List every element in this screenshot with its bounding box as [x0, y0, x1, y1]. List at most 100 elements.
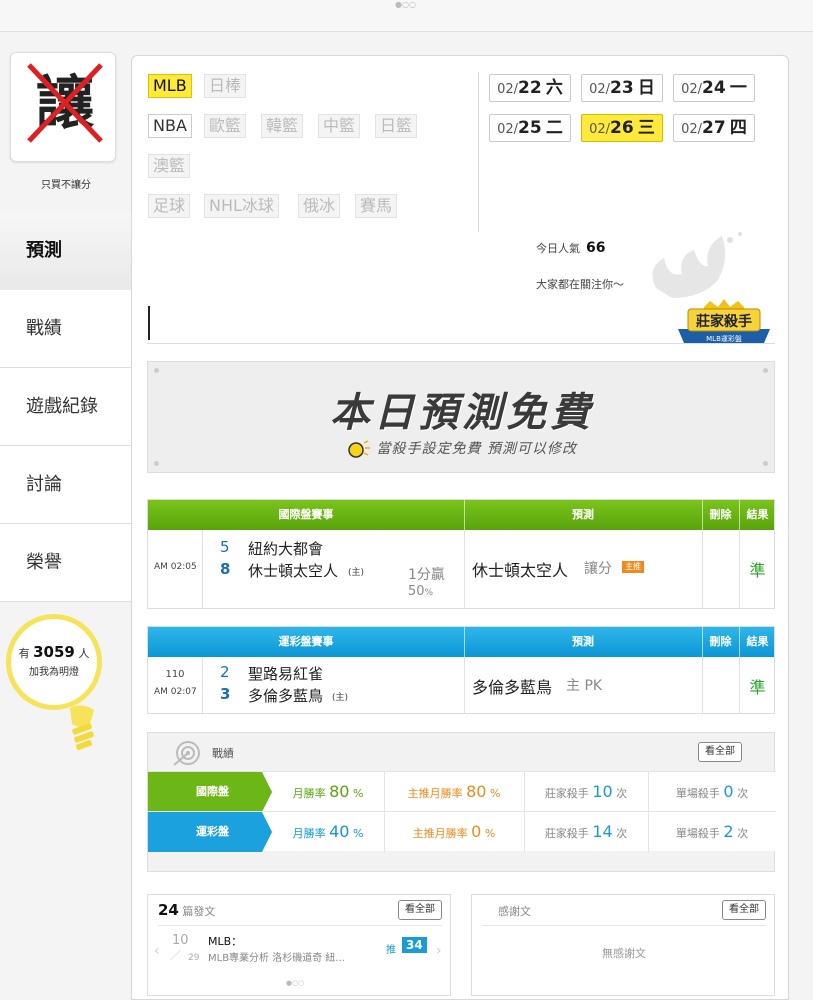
- single-game-killer-count: 單場殺手 2 次: [648, 812, 776, 854]
- date-0225[interactable]: 02/25 二: [489, 114, 571, 142]
- popularity-value: 66: [586, 240, 606, 256]
- bookmaker-killer-count: 莊家殺手 10 次: [524, 772, 648, 814]
- fans-caption: 加我為明燈: [29, 667, 79, 678]
- pager-dots: ●○○: [395, 0, 416, 9]
- league-horse-racing[interactable]: 賽馬: [355, 194, 398, 218]
- sidebar-item-discussion[interactable]: 討論: [0, 446, 132, 524]
- intl-game-row: AM 02:05 5 紐約大都會 8 休士頓太空人 (主) 1分贏 50% 休士…: [148, 530, 774, 608]
- pick-type: 讓分: [584, 561, 612, 577]
- league-aus-basketball[interactable]: 澳籃: [148, 154, 191, 178]
- lottery-game-row: 110 AM 02:07 2 聖路易紅雀 3 多倫多藍鳥 (主) 多倫多藍鳥 主…: [148, 657, 774, 713]
- push-count: 34: [402, 937, 427, 953]
- league-nhl[interactable]: NHL冰球: [204, 194, 279, 218]
- main-pick-win-rate: 主推月勝率 80 %: [384, 772, 524, 814]
- top-band: ●○○: [0, 0, 813, 32]
- home-mark: (主): [348, 568, 365, 578]
- lightbulb-icon: [70, 705, 94, 750]
- prev-arrow-icon[interactable]: ‹: [154, 943, 160, 959]
- date-0222[interactable]: 02/22 六: [489, 74, 571, 102]
- result-hit: 準: [749, 678, 766, 697]
- banner-subtitle: 當殺手設定免費 預測可以修改: [148, 438, 776, 458]
- splash-decoration: [652, 232, 742, 298]
- date-0223[interactable]: 02/23 日: [581, 74, 663, 102]
- lottery-table-header: 運彩盤賽事 預測 刪除 結果: [148, 627, 774, 657]
- rivet: [763, 368, 768, 373]
- result-hit: 準: [749, 561, 766, 580]
- comment-input[interactable]: [147, 304, 775, 344]
- record-row-intl: 國際盤 月勝率 80 % 主推月勝率 80 % 莊家殺手 10 次 單場殺手 0…: [148, 771, 776, 814]
- away-team: 聖路易紅雀: [248, 665, 324, 683]
- league-soccer[interactable]: 足球: [148, 194, 191, 218]
- thanks-title: 感謝文: [498, 905, 531, 918]
- idea-bulb-icon: [348, 440, 371, 458]
- date-0226-selected[interactable]: 02/26 三: [581, 114, 663, 142]
- pick-team: 多倫多藍鳥: [472, 678, 553, 697]
- league-mlb[interactable]: MLB: [148, 74, 192, 98]
- badge-caption: 只買不讓分: [41, 180, 91, 191]
- game-time: AM 02:05: [154, 562, 197, 572]
- thanks-view-all-button[interactable]: 看全部: [722, 900, 766, 920]
- sidebar-item-record[interactable]: 戰績: [0, 290, 132, 368]
- fans-count-line: 有 3059 人: [18, 643, 90, 661]
- fans-count: 3059: [33, 643, 75, 661]
- date-0224[interactable]: 02/24 一: [673, 74, 755, 102]
- no-thanks-message: 無感謝文: [602, 947, 646, 960]
- game-time: AM 02:07: [154, 687, 197, 697]
- main-pick-tag: 主推: [622, 561, 644, 573]
- record-summary: 戰績 看全部 國際盤 月勝率 80 % 主推月勝率 80 % 莊家殺手 10 次…: [147, 732, 776, 872]
- sidebar-nav: 預測 戰績 遊戲紀錄 討論 榮譽: [0, 212, 132, 602]
- posts-pager-dots: ●○○: [286, 979, 305, 987]
- posts-count: 24 篇發文: [158, 901, 216, 919]
- league-china-basketball[interactable]: 中籃: [318, 114, 361, 138]
- league-nba[interactable]: NBA: [148, 114, 192, 138]
- rivet: [154, 461, 159, 466]
- text-cursor: [148, 306, 150, 340]
- league-russia-hockey[interactable]: 俄冰: [298, 194, 341, 218]
- posts-view-all-button[interactable]: 看全部: [398, 900, 442, 920]
- filter-divider: [478, 72, 479, 232]
- date-0227[interactable]: 02/27 四: [673, 114, 755, 142]
- target-icon: [173, 741, 200, 766]
- bookmaker-killer-count: 莊家殺手 14 次: [524, 812, 648, 854]
- post-desc[interactable]: MLB專業分析 洛杉磯道奇 紐...: [208, 949, 345, 964]
- intl-table-header: 國際盤賽事 預測 刪除 結果: [148, 500, 774, 530]
- league-npb[interactable]: 日棒: [204, 74, 247, 98]
- banner-title: 本日預測免費: [330, 390, 594, 436]
- home-team: 多倫多藍鳥: [248, 687, 324, 705]
- follow-lamp-button[interactable]: 有 3059 人 加我為明燈: [6, 614, 102, 710]
- cross-icon: [27, 63, 103, 143]
- next-arrow-icon[interactable]: ›: [436, 943, 442, 959]
- league-japan-basketball[interactable]: 日籃: [375, 114, 418, 138]
- home-mark: (主): [332, 693, 349, 703]
- post-date-day: 29: [188, 953, 200, 963]
- rivet: [154, 368, 159, 373]
- month-win-rate: 月勝率 80 %: [292, 782, 364, 801]
- record-row-lottery: 運彩盤 月勝率 40 % 主推月勝率 0 % 莊家殺手 14 次 單場殺手 2 …: [148, 811, 776, 854]
- posts-box: 24 篇發文 看全部 ‹ 10 ／ 29 MLB： MLB專業分析 洛杉磯道奇 …: [147, 894, 451, 996]
- handicap-line: 1分贏: [408, 567, 445, 583]
- pick-type: 主 PK: [566, 678, 603, 694]
- league-euro-basketball[interactable]: 歐籃: [204, 114, 247, 138]
- sidebar-item-game-log[interactable]: 遊戲紀錄: [0, 368, 132, 446]
- lottery-games-table: 運彩盤賽事 預測 刪除 結果 110 AM 02:07 2 聖路易紅雀 3 多倫…: [147, 626, 775, 714]
- main-pick-win-rate: 主推月勝率 0 %: [384, 812, 524, 854]
- record-view-all-button[interactable]: 看全部: [698, 742, 742, 762]
- popularity-today: 今日人氣 66: [536, 240, 606, 256]
- main-panel: MLB 日棒 NBA 歐籃 韓籃 中籃 日籃 澳籃 足球 NHL冰球 俄冰 賽馬…: [131, 55, 789, 1000]
- league-korea-basketball[interactable]: 韓籃: [261, 114, 304, 138]
- month-win-rate: 月勝率 40 %: [292, 822, 364, 841]
- no-handicap-badge: 讓: [10, 52, 116, 162]
- sidebar-item-prediction[interactable]: 預測: [0, 212, 132, 290]
- single-game-killer-count: 單場殺手 0 次: [648, 772, 776, 814]
- rivet: [763, 461, 768, 466]
- home-team: 休士頓太空人: [248, 562, 339, 580]
- post-date-month: 10: [172, 933, 189, 948]
- record-title: 戰績: [212, 747, 234, 760]
- push-label: 推: [386, 945, 396, 956]
- popularity-note: 大家都在關注你～: [536, 278, 624, 291]
- intl-games-table: 國際盤賽事 預測 刪除 結果 AM 02:05 5 紐約大都會 8 休士頓太空人…: [147, 499, 775, 609]
- thanks-box: 感謝文 看全部 無感謝文: [471, 894, 775, 996]
- record-header: 戰績 看全部: [148, 733, 776, 771]
- post-title[interactable]: MLB：: [208, 933, 242, 949]
- sidebar-item-honor[interactable]: 榮譽: [0, 524, 132, 602]
